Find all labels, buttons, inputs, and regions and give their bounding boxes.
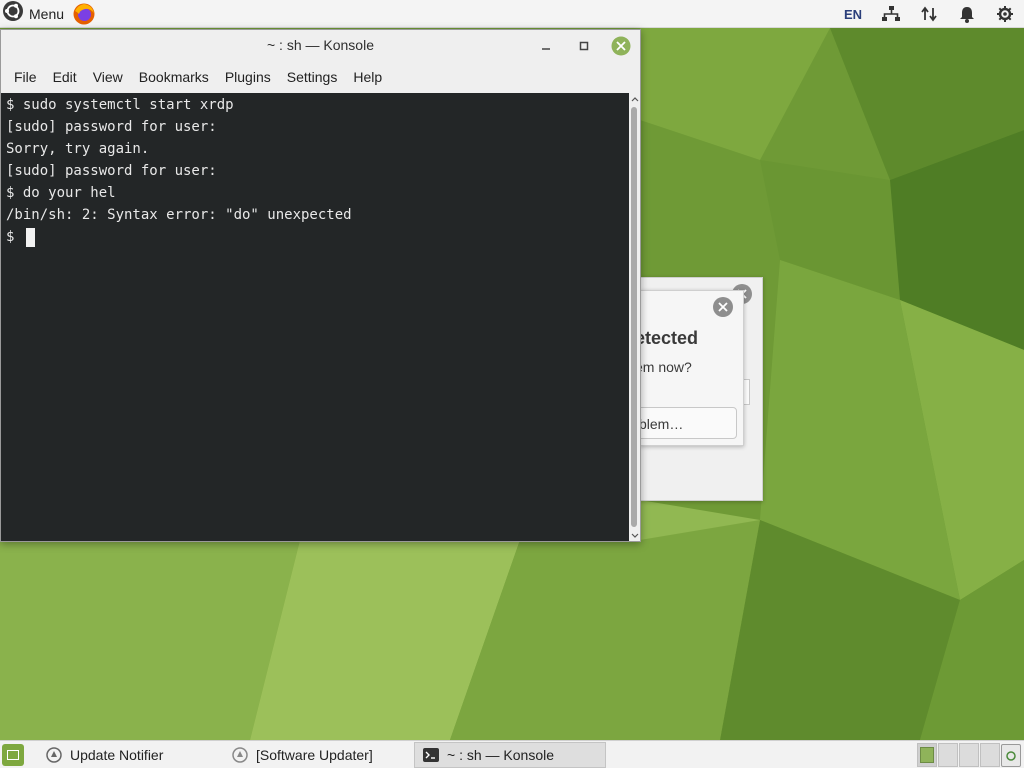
menu-settings[interactable]: Settings <box>279 61 346 93</box>
workspace-switcher <box>916 741 1000 768</box>
software-updater-icon <box>232 746 248 763</box>
text-cursor <box>25 227 35 247</box>
konsole-window: ~ : sh — Konsole File Edit View Bookmark… <box>0 29 641 542</box>
scroll-down-arrow-icon[interactable] <box>629 529 640 541</box>
settings-gear-icon[interactable] <box>986 0 1024 28</box>
scroll-up-arrow-icon[interactable] <box>629 93 640 105</box>
distro-logo-icon <box>2 0 24 27</box>
terminal-line: Sorry, try again. <box>6 141 150 157</box>
task-label: [Software Updater] <box>256 746 373 763</box>
menu-bookmarks[interactable]: Bookmarks <box>131 61 217 93</box>
workspace-1[interactable] <box>917 742 937 767</box>
app-menu-button[interactable]: Menu <box>0 0 68 28</box>
maximize-button[interactable] <box>573 35 595 57</box>
terminal-line: $ sudo systemctl start xrdp <box>6 97 234 113</box>
terminal-line: [sudo] password for user: <box>6 119 217 135</box>
scrollbar-thumb[interactable] <box>631 107 637 527</box>
terminal-prompt: $ <box>6 229 23 245</box>
notification-bell-icon[interactable] <box>948 0 986 28</box>
dialog-question: em now? <box>641 359 692 375</box>
trash-icon[interactable] <box>1001 744 1021 767</box>
terminal-scrollbar[interactable] <box>629 93 640 541</box>
workspace-4[interactable] <box>980 742 1000 767</box>
terminal-line: [sudo] password for user: <box>6 163 217 179</box>
menu-help[interactable]: Help <box>345 61 390 93</box>
desktop-icon <box>7 749 19 760</box>
minimize-button[interactable] <box>535 35 557 57</box>
firefox-launcher-icon[interactable] <box>72 2 96 26</box>
terminal-icon <box>423 747 439 762</box>
task-software-updater[interactable]: [Software Updater] <box>224 742 414 768</box>
konsole-titlebar[interactable]: ~ : sh — Konsole <box>1 30 640 61</box>
show-desktop-button[interactable] <box>2 743 24 766</box>
menu-file[interactable]: File <box>6 61 45 93</box>
terminal-line: /bin/sh: 2: Syntax error: "do" unexpecte… <box>6 207 352 223</box>
keyboard-layout-indicator[interactable]: EN <box>834 7 872 22</box>
menu-label: Menu <box>29 5 65 22</box>
dialog-heading: etected <box>641 328 699 348</box>
top-panel: Menu EN <box>0 0 1024 28</box>
menu-edit[interactable]: Edit <box>45 61 85 93</box>
task-label: Update Notifier <box>70 746 164 763</box>
updates-transfer-icon[interactable] <box>910 0 948 28</box>
report-problem-button[interactable]: blem… <box>641 407 737 439</box>
terminal-prompt-line: $ <box>1 226 629 248</box>
task-label: ~ : sh — Konsole <box>447 746 555 763</box>
close-button[interactable] <box>610 35 632 57</box>
terminal-line: $ do your hel <box>6 185 116 201</box>
problem-detected-dialog: etected em now? blem… <box>640 290 744 446</box>
menu-plugins[interactable]: Plugins <box>217 61 279 93</box>
terminal-area[interactable]: $ sudo systemctl start xrdp [sudo] passw… <box>1 93 629 541</box>
bottom-taskbar: Update Notifier [Software Updater] ~ : s… <box>0 740 1024 768</box>
task-update-notifier[interactable]: Update Notifier <box>38 742 224 768</box>
konsole-menubar: File Edit View Bookmarks Plugins Setting… <box>1 61 640 93</box>
network-icon[interactable] <box>872 0 910 28</box>
task-konsole[interactable]: ~ : sh — Konsole <box>414 741 606 768</box>
system-tray: EN <box>834 0 1024 28</box>
workspace-2[interactable] <box>938 742 958 767</box>
workspace-3[interactable] <box>959 742 979 767</box>
menu-view[interactable]: View <box>85 61 131 93</box>
update-notifier-icon <box>46 746 62 763</box>
